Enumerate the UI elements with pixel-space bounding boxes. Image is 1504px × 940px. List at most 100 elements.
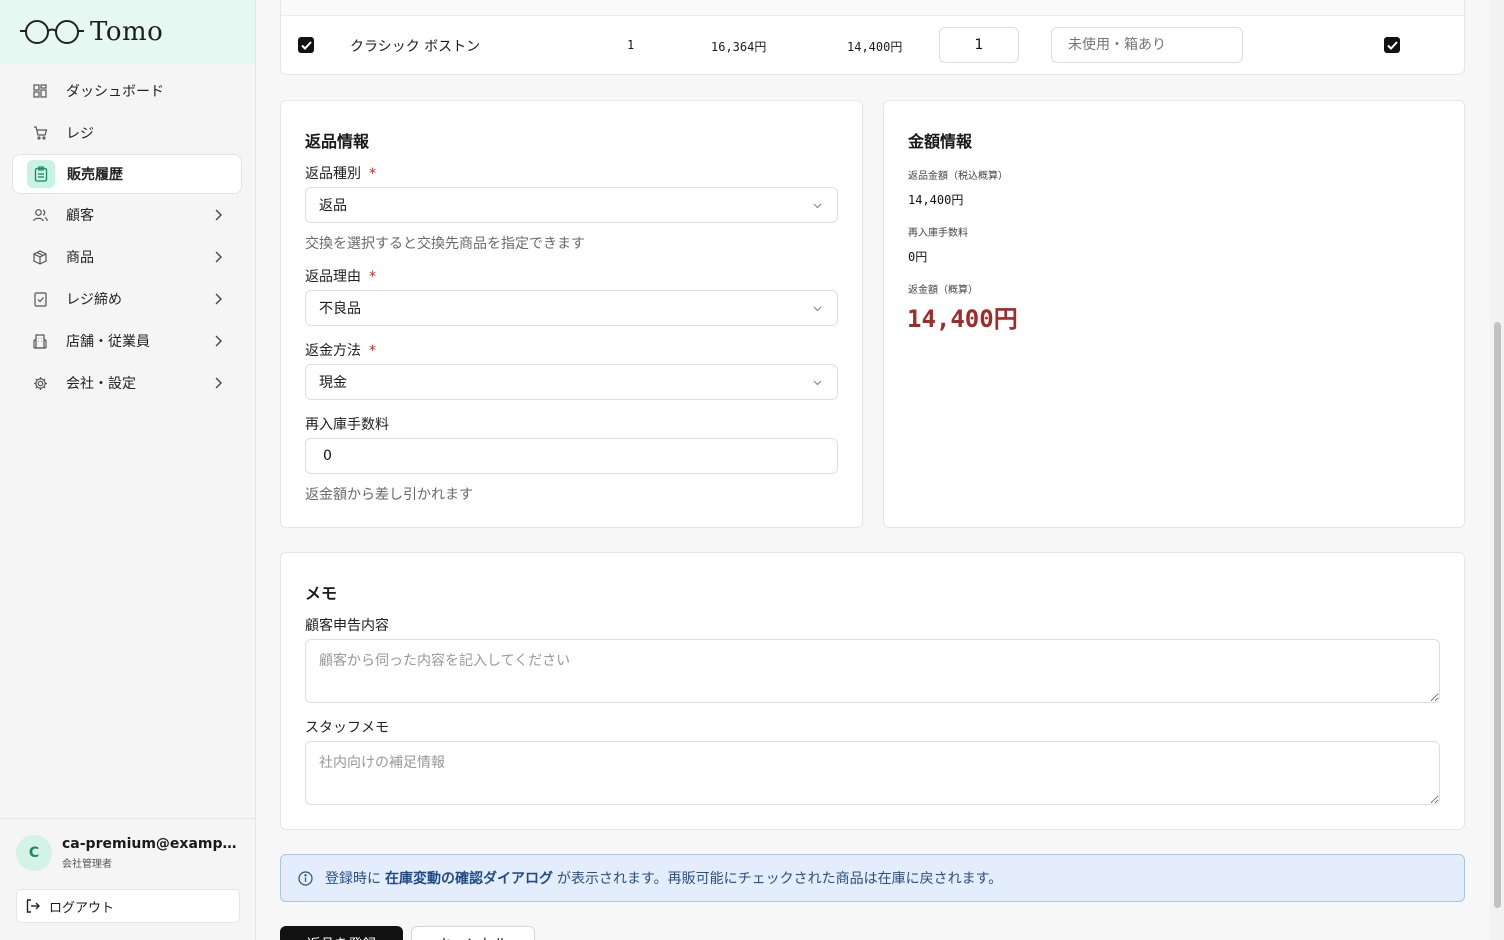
notice-prefix: 登録時に: [325, 871, 381, 887]
sidebar: Tomo ダッシュボード レジ 販売履歴 顧客 商品 レジ締め 店舗・従業員 会…: [0, 0, 256, 940]
staff-memo-label: スタッフメモ: [305, 720, 389, 736]
item-select-checkbox[interactable]: [298, 37, 314, 53]
required-mark: *: [369, 166, 376, 182]
return-quantity-input[interactable]: [939, 27, 1019, 63]
cancel-button[interactable]: キャンセル: [411, 926, 535, 940]
scrollbar-thumb[interactable]: [1494, 322, 1501, 908]
check-icon: [300, 40, 312, 50]
return-amount-label: 返品金額（税込概算）: [908, 171, 1008, 182]
notice-strong: 在庫変動の確認ダイアログ: [385, 871, 553, 887]
user-email: ca-premium@example.com: [62, 836, 237, 852]
customer-report-label: 顧客申告内容: [305, 618, 389, 634]
return-type-label: 返品種別 *: [305, 163, 376, 183]
return-type-label-text: 返品種別: [305, 166, 361, 182]
brand-logo[interactable]: Tomo: [0, 0, 255, 64]
return-reason-select[interactable]: 不良品: [305, 290, 838, 326]
submit-return-button[interactable]: 返品を登録: [280, 926, 403, 940]
sidebar-item-products[interactable]: 商品: [0, 236, 255, 278]
item-condition-input[interactable]: [1051, 27, 1243, 63]
receipt-icon: [32, 291, 48, 307]
box-icon: [32, 249, 48, 265]
sidebar-item-label: 顧客: [66, 208, 94, 224]
avatar: C: [16, 835, 52, 871]
memo-card: メモ 顧客申告内容 スタッフメモ: [280, 552, 1465, 830]
restock-fee-label: 再入庫手数料: [305, 417, 389, 433]
return-amount-value: 14,400円: [908, 193, 964, 207]
building-icon: [32, 333, 48, 349]
brand-name: Tomo: [90, 17, 164, 47]
notice-suffix: が表示されます。再販可能にチェックされた商品は在庫に戻されます。: [557, 871, 1003, 887]
sidebar-item-register[interactable]: レジ: [0, 112, 255, 154]
amount-info-card: 金額情報 返品金額（税込概算） 14,400円 再入庫手数料 0円 返金額（概算…: [883, 100, 1465, 528]
amount-info-title: 金額情報: [908, 132, 973, 151]
sidebar-item-label: レジ: [66, 126, 94, 142]
required-mark: *: [369, 269, 376, 285]
refund-method-label-text: 返金方法: [305, 343, 361, 359]
return-reason-label: 返品理由 *: [305, 266, 376, 286]
table-header: [281, 0, 1464, 16]
memo-title: メモ: [305, 584, 338, 603]
user-role: 会社管理者: [62, 859, 112, 870]
gear-icon: [32, 375, 48, 391]
item-price-with-tax: 14,400円: [847, 40, 903, 54]
info-icon: [298, 870, 313, 886]
refund-method-select[interactable]: 現金: [305, 364, 838, 400]
sidebar-item-label: レジ締め: [66, 292, 122, 308]
glasses-logo-icon: [20, 20, 84, 44]
sidebar-item-label: ダッシュボード: [66, 84, 164, 100]
chevron-right-icon: [215, 293, 222, 305]
scrollbar[interactable]: [1490, 0, 1504, 940]
chevron-down-icon: [813, 203, 822, 209]
sidebar-item-dashboard[interactable]: ダッシュボード: [0, 70, 255, 112]
sidebar-item-label: 店舗・従業員: [66, 334, 150, 350]
sidebar-item-register-closing[interactable]: レジ締め: [0, 278, 255, 320]
restock-fee-input[interactable]: [305, 438, 838, 474]
item-quantity: 1: [627, 38, 635, 52]
return-reason-label-text: 返品理由: [305, 269, 361, 285]
item-name: クラシック ボストン: [350, 39, 481, 55]
sidebar-item-label: 販売履歴: [67, 167, 123, 183]
users-icon: [32, 207, 48, 223]
sidebar-item-label: 商品: [66, 250, 94, 266]
chevron-right-icon: [215, 377, 222, 389]
refund-method-label: 返金方法 *: [305, 340, 376, 360]
sidebar-nav: ダッシュボード レジ 販売履歴 顧客 商品 レジ締め 店舗・従業員 会社・設定: [0, 64, 255, 404]
item-unit-price: 16,364円: [711, 40, 767, 54]
return-type-value: 返品: [319, 198, 347, 214]
required-mark: *: [369, 343, 376, 359]
return-type-hint: 交換を選択すると交換先商品を指定できます: [305, 236, 585, 252]
chevron-right-icon: [215, 209, 222, 221]
inventory-notice: 登録時に 在庫変動の確認ダイアログ が表示されます。再販可能にチェックされた商品…: [280, 854, 1465, 902]
refund-method-value: 現金: [319, 375, 347, 391]
sidebar-item-stores-staff[interactable]: 店舗・従業員: [0, 320, 255, 362]
chevron-down-icon: [813, 306, 822, 312]
user-panel: C ca-premium@example.com 会社管理者 ログアウト: [0, 818, 256, 923]
logout-icon: [26, 899, 40, 913]
sidebar-item-customers[interactable]: 顧客: [0, 194, 255, 236]
refund-amount-label: 返金額（概算）: [908, 285, 978, 296]
return-items-table: クラシック ボストン 1 16,364円 14,400円: [280, 0, 1465, 75]
return-reason-value: 不良品: [319, 301, 361, 317]
chevron-right-icon: [215, 251, 222, 263]
restock-fee-hint: 返金額から差し引かれます: [305, 487, 473, 503]
restock-fee-amount-label: 再入庫手数料: [908, 228, 968, 239]
clipboard-icon: [27, 160, 55, 188]
return-info-title: 返品情報: [305, 132, 370, 151]
cart-icon: [32, 125, 48, 141]
refund-amount-value: 14,400円: [907, 305, 1018, 333]
restock-fee-amount-value: 0円: [908, 250, 928, 264]
sidebar-item-label: 会社・設定: [66, 376, 136, 392]
return-type-select[interactable]: 返品: [305, 187, 838, 223]
return-info-card: 返品情報 返品種別 * 返品 交換を選択すると交換先商品を指定できます 返品理由 *…: [280, 100, 863, 528]
check-icon: [1386, 40, 1398, 50]
customer-report-textarea[interactable]: [305, 639, 1440, 703]
user-meta: ca-premium@example.com 会社管理者: [62, 836, 237, 870]
sidebar-item-company-settings[interactable]: 会社・設定: [0, 362, 255, 404]
chevron-right-icon: [215, 335, 222, 347]
staff-memo-textarea[interactable]: [305, 741, 1440, 805]
sidebar-item-sales-history[interactable]: 販売履歴: [12, 154, 242, 194]
chevron-down-icon: [813, 380, 822, 386]
resellable-checkbox[interactable]: [1384, 37, 1400, 53]
logout-button[interactable]: ログアウト: [16, 889, 240, 923]
user-info[interactable]: C ca-premium@example.com 会社管理者: [16, 835, 240, 871]
